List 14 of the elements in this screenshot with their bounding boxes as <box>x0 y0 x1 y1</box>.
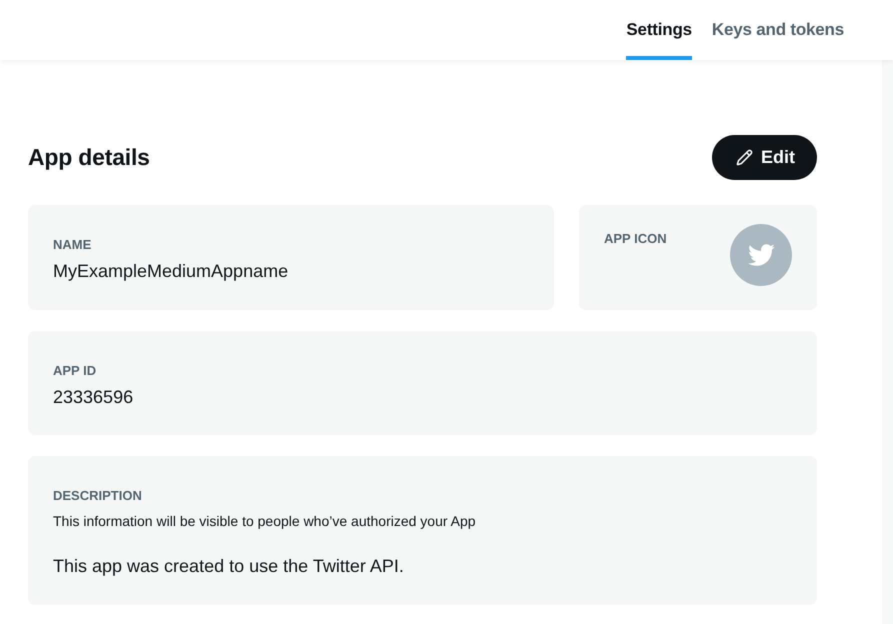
field-value: This app was created to use the Twitter API. <box>53 555 405 578</box>
field-label: APP ICON <box>604 231 667 247</box>
edit-button[interactable]: Edit <box>712 135 817 180</box>
field-label: APP ID <box>53 363 98 379</box>
section-title: App details <box>28 144 150 171</box>
bird-icon <box>730 224 792 286</box>
pencil-icon <box>736 149 753 166</box>
tab[interactable]: Keys and tokens <box>712 0 844 60</box>
tab[interactable]: Settings <box>626 0 692 60</box>
field-label: DESCRIPTION <box>53 488 143 504</box>
field-label: NAME <box>53 237 92 253</box>
field-value: MyExampleMediumAppname <box>53 260 290 283</box>
field-hint: This information will be visible to people who’ve authorized your App <box>53 512 477 530</box>
field-value: 23336596 <box>53 386 134 409</box>
